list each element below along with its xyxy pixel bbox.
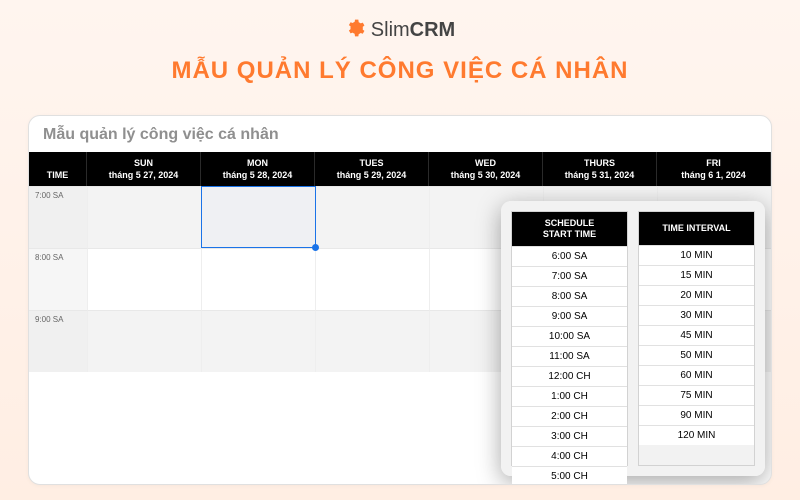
hour-label: 9:00 SA bbox=[29, 310, 87, 372]
day-header[interactable]: SUNtháng 5 27, 2024 bbox=[87, 152, 201, 186]
calendar-cell[interactable] bbox=[87, 310, 201, 372]
schedule-popover: SCHEDULE START TIME 6:00 SA 7:00 SA 8:00… bbox=[501, 201, 765, 476]
start-time-option[interactable]: 8:00 SA bbox=[512, 286, 627, 306]
day-header[interactable]: THURStháng 5 31, 2024 bbox=[543, 152, 657, 186]
start-time-option[interactable]: 12:00 CH bbox=[512, 366, 627, 386]
calendar-cell[interactable] bbox=[87, 186, 201, 248]
start-time-option[interactable]: 1:00 CH bbox=[512, 386, 627, 406]
start-time-column: SCHEDULE START TIME 6:00 SA 7:00 SA 8:00… bbox=[511, 211, 628, 466]
page-headline: MẪU QUẢN LÝ CÔNG VIỆC CÁ NHÂN bbox=[0, 57, 800, 85]
interval-option[interactable]: 15 MIN bbox=[639, 265, 754, 285]
calendar-cell[interactable] bbox=[201, 310, 315, 372]
interval-option[interactable]: 60 MIN bbox=[639, 365, 754, 385]
start-time-option[interactable]: 5:00 CH bbox=[512, 466, 627, 485]
day-header[interactable]: TUEStháng 5 29, 2024 bbox=[315, 152, 429, 186]
calendar-cell[interactable] bbox=[87, 248, 201, 310]
calendar-cell[interactable] bbox=[201, 248, 315, 310]
day-header[interactable]: FRItháng 6 1, 2024 bbox=[657, 152, 771, 186]
start-time-option[interactable]: 2:00 CH bbox=[512, 406, 627, 426]
start-time-option[interactable]: 4:00 CH bbox=[512, 446, 627, 466]
calendar-cell[interactable] bbox=[315, 248, 429, 310]
calendar-header: TIME SUNtháng 5 27, 2024 MONtháng 5 28, … bbox=[29, 152, 771, 186]
template-card: Mẫu quản lý công việc cá nhân TIME SUNth… bbox=[28, 115, 772, 485]
start-time-header: SCHEDULE START TIME bbox=[512, 212, 627, 246]
interval-option[interactable]: 10 MIN bbox=[639, 245, 754, 265]
start-time-option[interactable]: 3:00 CH bbox=[512, 426, 627, 446]
interval-option[interactable]: 50 MIN bbox=[639, 345, 754, 365]
day-header[interactable]: MONtháng 5 28, 2024 bbox=[201, 152, 315, 186]
interval-option[interactable]: 30 MIN bbox=[639, 305, 754, 325]
interval-option[interactable]: 20 MIN bbox=[639, 285, 754, 305]
gear-icon bbox=[345, 18, 365, 43]
start-time-option[interactable]: 6:00 SA bbox=[512, 246, 627, 266]
calendar-cell[interactable] bbox=[315, 310, 429, 372]
hour-label: 7:00 SA bbox=[29, 186, 87, 248]
start-time-option[interactable]: 7:00 SA bbox=[512, 266, 627, 286]
brand-name: SlimCRM bbox=[371, 19, 455, 42]
time-header: TIME bbox=[29, 152, 87, 186]
calendar-cell[interactable] bbox=[201, 186, 315, 248]
start-time-option[interactable]: 10:00 SA bbox=[512, 326, 627, 346]
logo: SlimCRM bbox=[0, 0, 800, 43]
interval-option[interactable]: 120 MIN bbox=[639, 425, 754, 445]
card-title: Mẫu quản lý công việc cá nhân bbox=[29, 116, 771, 152]
interval-option[interactable]: 90 MIN bbox=[639, 405, 754, 425]
start-time-option[interactable]: 9:00 SA bbox=[512, 306, 627, 326]
hour-label: 8:00 SA bbox=[29, 248, 87, 310]
interval-option[interactable]: 45 MIN bbox=[639, 325, 754, 345]
day-header[interactable]: WEDtháng 5 30, 2024 bbox=[429, 152, 543, 186]
start-time-option[interactable]: 11:00 SA bbox=[512, 346, 627, 366]
interval-header: TIME INTERVAL bbox=[639, 212, 754, 245]
interval-column: TIME INTERVAL 10 MIN 15 MIN 20 MIN 30 MI… bbox=[638, 211, 755, 466]
calendar-cell[interactable] bbox=[315, 186, 429, 248]
interval-option[interactable]: 75 MIN bbox=[639, 385, 754, 405]
